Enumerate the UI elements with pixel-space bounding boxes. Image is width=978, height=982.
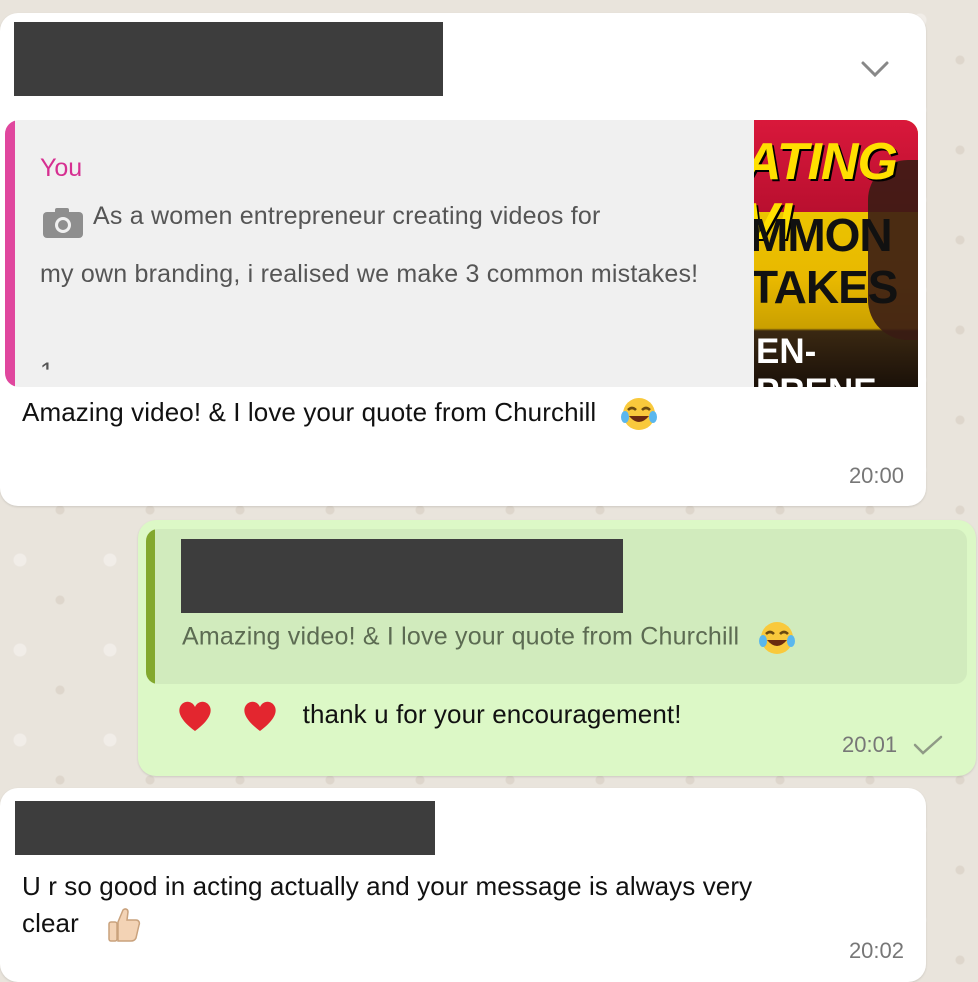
heart-emoji	[179, 701, 211, 731]
redacted-sender-name	[15, 801, 435, 855]
heart-emoji	[244, 701, 276, 731]
message-text-row: thank u for your encouragement!	[176, 698, 682, 734]
quote-author: You	[40, 154, 83, 182]
message-time: 20:00	[848, 463, 904, 488]
quote-text: my own branding, i realised we make 3 co…	[40, 260, 699, 288]
outgoing-message-bubble[interactable]: Amazing video! & I love your quote from …	[138, 520, 976, 776]
quote-text-cutoff: 1. ... ...	[40, 358, 117, 386]
message-text-line1: U r so good in acting actually and your …	[22, 871, 753, 901]
check-icon	[913, 735, 943, 755]
thumbnail-text: MMON	[754, 209, 893, 261]
quote-accent-bar	[5, 120, 15, 387]
incoming-message-bubble[interactable]: U r so good in acting actually and your …	[0, 788, 926, 982]
message-text: thank u for your encouragement!	[302, 698, 682, 729]
incoming-message-bubble[interactable]: You As a women entrepreneur creating vid…	[0, 13, 926, 506]
quote-text-row: Amazing video! & I love your quote from …	[182, 619, 796, 657]
laughing-tears-emoji	[620, 398, 657, 430]
video-thumbnail[interactable]: ATING VI MMON TAKES EN-PRENE	[754, 120, 918, 387]
quote-accent-bar	[146, 529, 155, 684]
quote-text-line1: As a women entrepreneur creating videos …	[93, 202, 601, 230]
thumbnail-text: EN-PRENE	[756, 332, 877, 387]
chevron-down-icon[interactable]	[860, 57, 890, 81]
message-text-row: clear	[22, 906, 142, 944]
quoted-message[interactable]: Amazing video! & I love your quote from …	[146, 529, 967, 684]
thumbs-up-emoji	[108, 908, 141, 942]
camera-icon	[43, 208, 83, 238]
redacted-sender-name	[14, 22, 443, 96]
redacted-quote-author	[181, 539, 623, 613]
message-text: Amazing video! & I love your quote from …	[22, 396, 597, 427]
message-text-row: Amazing video! & I love your quote from …	[22, 395, 658, 433]
message-text-line2: clear	[22, 907, 79, 938]
quote-text: Amazing video! & I love your quote from …	[182, 622, 740, 651]
quoted-message[interactable]: You As a women entrepreneur creating vid…	[5, 120, 918, 387]
message-time: 20:02	[848, 938, 904, 963]
message-time: 20:01	[842, 732, 898, 757]
thumbnail-text: TAKES	[754, 261, 898, 313]
laughing-tears-emoji	[759, 622, 796, 654]
